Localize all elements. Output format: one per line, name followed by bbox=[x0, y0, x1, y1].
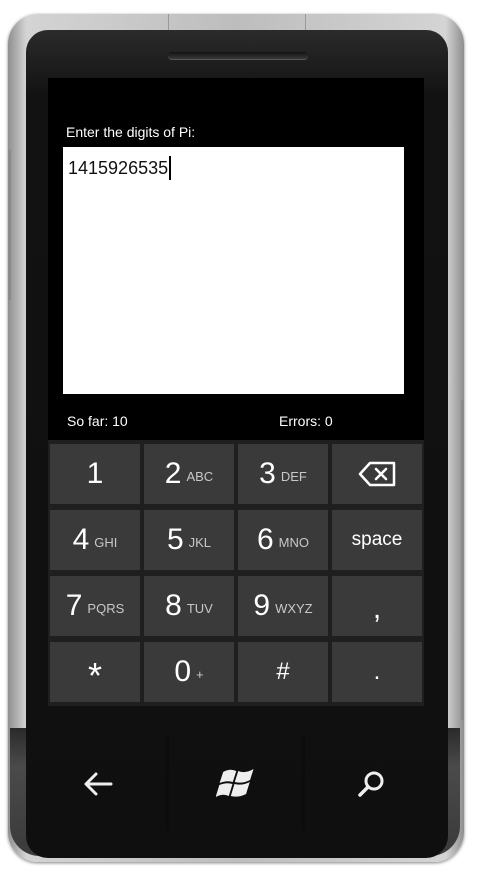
prompt-label: Enter the digits of Pi: bbox=[66, 124, 196, 140]
backspace-icon bbox=[358, 461, 396, 487]
volume-rocker bbox=[8, 150, 11, 300]
back-arrow-icon bbox=[84, 772, 113, 796]
numeric-keypad: 1 2 ABC 3 DEF 4 GHI 5 JKL 6 MNO space 7 PQRS 8… bbox=[48, 440, 424, 706]
digits-value: 1415926535 bbox=[68, 158, 169, 178]
so-far-counter: So far: 10 bbox=[67, 413, 128, 429]
frame-seam bbox=[305, 14, 306, 30]
key-1[interactable]: 1 bbox=[50, 444, 140, 504]
key-2[interactable]: 2 ABC bbox=[144, 444, 234, 504]
key-asterisk[interactable]: * bbox=[50, 642, 140, 702]
key-space[interactable]: space bbox=[332, 510, 422, 570]
key-3[interactable]: 3 DEF bbox=[238, 444, 328, 504]
side-button bbox=[461, 400, 464, 720]
back-button[interactable] bbox=[30, 742, 166, 826]
key-5[interactable]: 5 JKL bbox=[144, 510, 234, 570]
key-period[interactable]: . bbox=[332, 642, 422, 702]
frame-seam bbox=[168, 14, 169, 30]
errors-counter: Errors: 0 bbox=[279, 413, 333, 429]
windows-start-icon bbox=[215, 769, 254, 797]
digits-input[interactable]: 1415926535 bbox=[63, 147, 404, 394]
key-9[interactable]: 9 WXYZ bbox=[238, 576, 328, 636]
key-backspace[interactable] bbox=[332, 444, 422, 504]
search-button[interactable] bbox=[305, 742, 437, 826]
key-0[interactable]: 0 + bbox=[144, 642, 234, 702]
key-7[interactable]: 7 PQRS bbox=[50, 576, 140, 636]
text-caret bbox=[169, 156, 171, 180]
key-6[interactable]: 6 MNO bbox=[238, 510, 328, 570]
key-4[interactable]: 4 GHI bbox=[50, 510, 140, 570]
key-hash[interactable]: # bbox=[238, 642, 328, 702]
earpiece-speaker bbox=[168, 52, 308, 60]
start-button[interactable] bbox=[169, 742, 302, 826]
key-comma[interactable]: , bbox=[332, 576, 422, 636]
key-8[interactable]: 8 TUV bbox=[144, 576, 234, 636]
search-icon bbox=[358, 771, 384, 797]
